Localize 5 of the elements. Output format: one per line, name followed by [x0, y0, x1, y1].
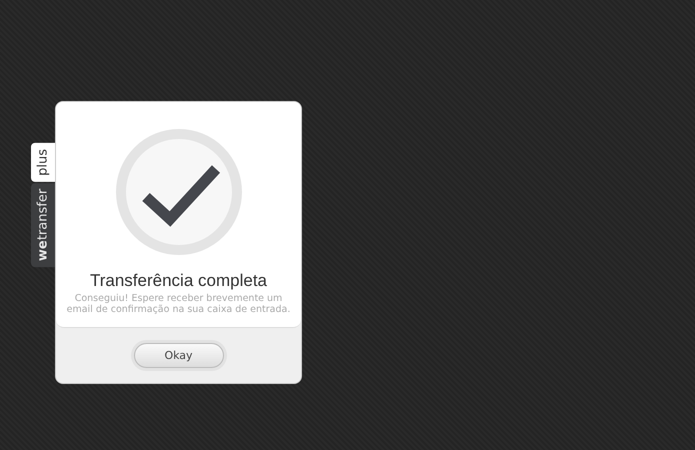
side-tab[interactable]: plus [31, 143, 55, 182]
dialog-title: Transferência completa [90, 271, 267, 291]
okay-button[interactable]: Okay [134, 343, 224, 368]
dialog-message: Conseguiu! Espere receber brevemente um email de confirmação na sua caixa de entrada. [66, 293, 292, 315]
side-tab[interactable]: wetransfer [31, 182, 55, 268]
